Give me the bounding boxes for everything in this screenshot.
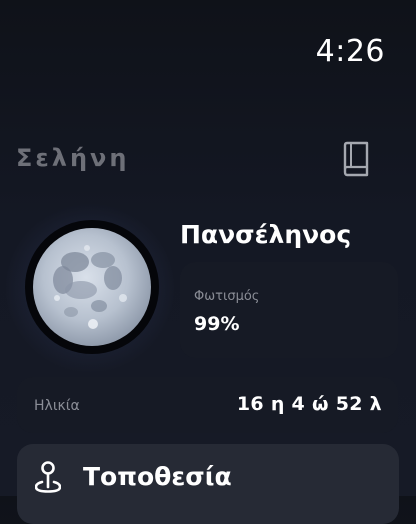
- illumination-label: Φωτισμός: [194, 289, 260, 304]
- location-card[interactable]: Τοποθεσία: [17, 444, 399, 524]
- book-button[interactable]: [341, 141, 371, 177]
- moon-glow: [6, 204, 174, 372]
- page-title: Σελήνη: [16, 144, 130, 172]
- moon-image: [25, 220, 159, 354]
- age-card: Ηλικία 16 η 4 ώ 52 λ: [17, 377, 398, 433]
- full-moon-icon: [33, 228, 151, 346]
- age-label: Ηλικία: [34, 398, 80, 414]
- illumination-value: 99%: [194, 313, 240, 335]
- location-pin-icon: [35, 461, 61, 493]
- location-title: Τοποθεσία: [83, 462, 232, 491]
- illumination-card: Φωτισμός 99%: [180, 262, 398, 358]
- clock-time: 4:26: [315, 34, 385, 69]
- moon-phase-name: Πανσέληνος: [180, 220, 352, 249]
- age-value: 16 η 4 ώ 52 λ: [236, 393, 382, 415]
- book-icon: [343, 141, 369, 177]
